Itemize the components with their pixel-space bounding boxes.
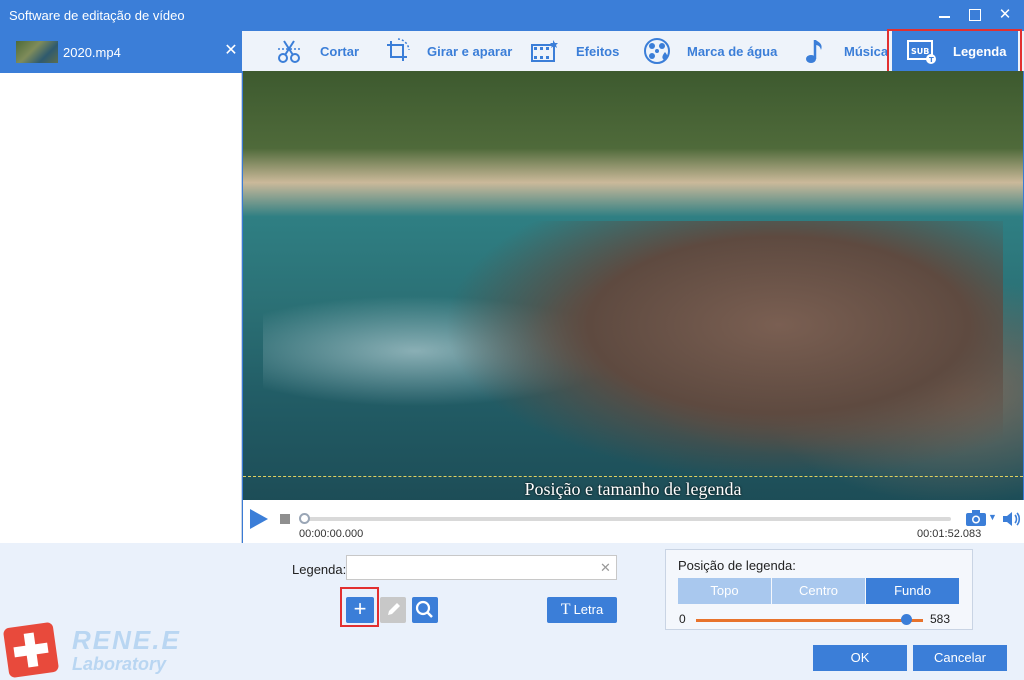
edit-subtitle-button[interactable]	[380, 597, 406, 623]
logo-text-line1: RENE.E	[72, 625, 181, 655]
slider-min-value: 0	[679, 612, 686, 626]
ok-button[interactable]: OK	[813, 645, 907, 671]
legenda-highlight-box	[887, 29, 1022, 74]
maximize-button[interactable]	[960, 4, 990, 26]
position-topo-button[interactable]: Topo	[678, 578, 771, 604]
tab-cortar[interactable]: Cortar	[274, 31, 364, 71]
tab-marca-label: Marca de água	[687, 44, 778, 59]
font-button[interactable]: T Letra	[547, 597, 617, 623]
tab-efeitos[interactable]: Efeitos	[530, 31, 620, 71]
progress-knob[interactable]	[299, 513, 310, 524]
add-button-highlight-box	[340, 587, 379, 627]
slider-max-value: 583	[930, 612, 951, 626]
total-time: 00:01:52.083	[917, 528, 982, 540]
remove-file-icon[interactable]: ✕	[222, 42, 240, 60]
stop-button[interactable]	[280, 514, 290, 524]
pencil-icon	[388, 603, 400, 615]
tab-cortar-label: Cortar	[320, 44, 360, 59]
rene-logo: RENE.E Laboratory	[2, 621, 179, 679]
position-centro-button[interactable]: Centro	[772, 578, 865, 604]
music-note-icon	[806, 40, 822, 63]
position-slider[interactable]	[696, 619, 923, 622]
watermark-icon	[644, 38, 670, 64]
search-subtitle-button[interactable]	[412, 597, 438, 623]
volume-icon[interactable]	[1001, 510, 1021, 528]
cancel-button[interactable]: Cancelar	[913, 645, 1007, 671]
tab-girar-e-aparar[interactable]: Girar e aparar	[382, 31, 517, 71]
file-list: 2020.mp4 ✕	[0, 31, 242, 543]
camera-dropdown-icon[interactable]: ▼	[988, 512, 997, 522]
tab-efeitos-label: Efeitos	[576, 44, 620, 59]
tab-marca-de-agua[interactable]: Marca de água	[642, 31, 787, 71]
file-thumbnail	[16, 41, 58, 63]
subtitle-area-guide	[243, 476, 1023, 477]
logo-text-line2: Laboratory	[72, 654, 167, 674]
search-icon	[415, 600, 433, 618]
clear-input-icon[interactable]: ✕	[600, 560, 611, 576]
position-fundo-button[interactable]: Fundo	[866, 578, 959, 604]
close-window-button[interactable]: ✕	[990, 4, 1020, 26]
file-item[interactable]: 2020.mp4 ✕	[0, 31, 242, 73]
font-button-label: Letra	[573, 602, 604, 617]
player-controls: 00:00:00.000 00:01:52.083 ▼	[243, 500, 1024, 543]
logo-cross-icon	[2, 621, 60, 679]
position-slider-knob[interactable]	[901, 614, 912, 625]
subtitle-settings-panel: Legenda: ✕ + T Letra Posição de legenda: …	[0, 543, 1024, 680]
tab-musica[interactable]: Música	[800, 31, 890, 71]
current-time: 00:00:00.000	[299, 528, 364, 540]
subtitle-preview-text[interactable]: Posição e tamanho de legenda	[243, 479, 1023, 500]
video-preview[interactable]: Posição e tamanho de legenda	[243, 71, 1023, 500]
minimize-button[interactable]	[930, 4, 960, 26]
position-title: Posição de legenda:	[678, 558, 796, 573]
subtitle-input[interactable]	[346, 555, 617, 580]
file-name: 2020.mp4	[63, 45, 121, 60]
subtitle-position-box: Posição de legenda: Topo Centro Fundo 0 …	[665, 549, 973, 630]
tab-girar-label: Girar e aparar	[427, 44, 513, 59]
scissors-icon	[278, 40, 300, 63]
video-rocks	[443, 221, 1003, 481]
subtitle-label: Legenda:	[292, 562, 347, 577]
window-title: Software de editação de vídeo	[9, 8, 185, 23]
effects-icon	[531, 40, 558, 62]
font-t-icon: T	[560, 601, 571, 618]
progress-bar[interactable]	[303, 517, 951, 521]
play-button[interactable]	[250, 509, 268, 529]
camera-icon[interactable]	[965, 509, 987, 527]
tab-musica-label: Música	[844, 44, 889, 59]
title-bar: Software de editação de vídeo ✕	[0, 0, 1024, 31]
rotate-crop-icon	[387, 38, 410, 61]
